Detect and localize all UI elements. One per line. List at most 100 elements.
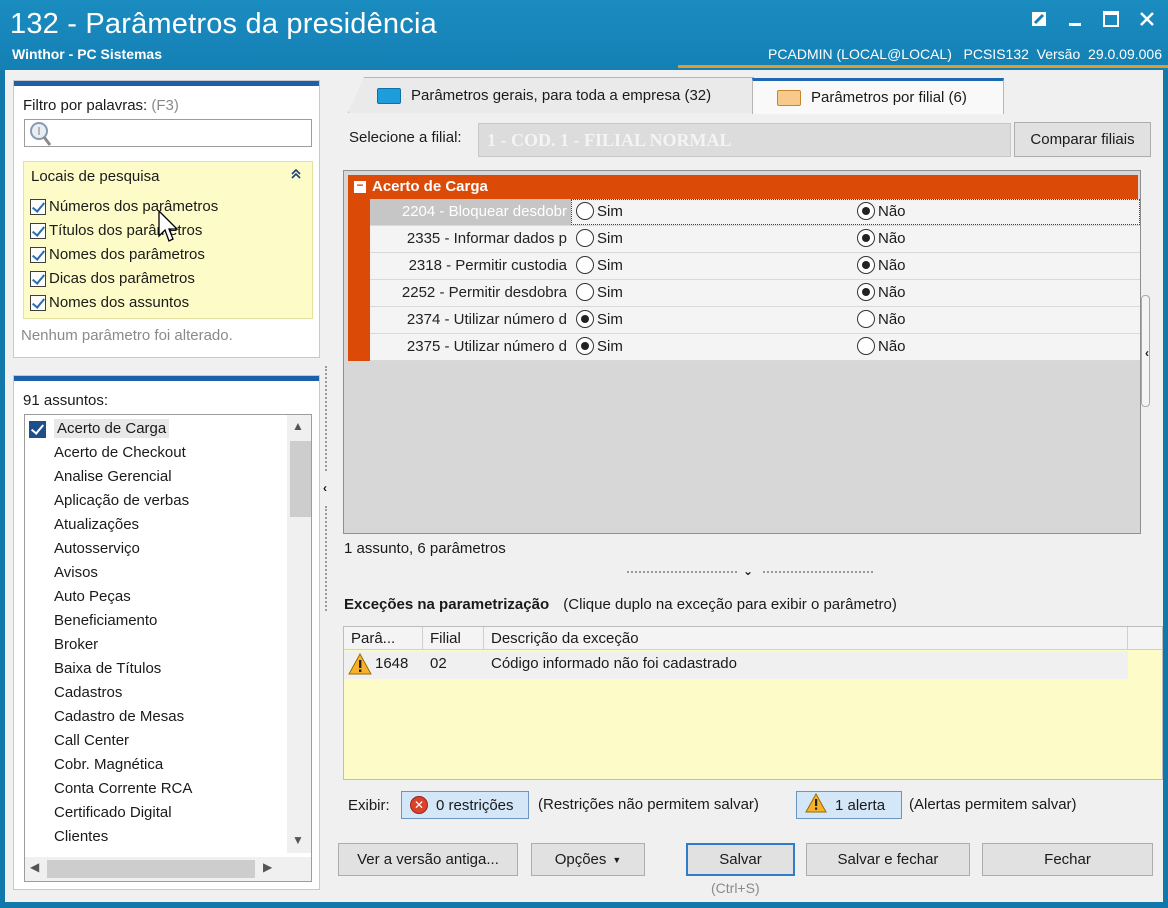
expand-side-icon[interactable]: ‹ [1145, 346, 1149, 360]
scroll-up-icon[interactable]: ▲ [292, 419, 304, 433]
list-item[interactable]: Certificado Digital [25, 801, 285, 825]
radio-icon[interactable] [576, 256, 594, 274]
options-button[interactable]: Opções ▼ [531, 843, 645, 876]
close-window-button[interactable] [1136, 8, 1158, 30]
subjects-horizontal-scrollbar[interactable]: ◀ ▶ [25, 857, 311, 881]
restore-edit-icon[interactable] [1028, 8, 1050, 30]
chevron-down-icon[interactable]: ⌄ [743, 564, 753, 578]
scroll-thumb[interactable] [47, 860, 255, 878]
checkbox[interactable] [30, 246, 46, 263]
radio-icon[interactable] [576, 229, 594, 247]
radio-selected-icon[interactable] [857, 229, 875, 247]
radio-sim[interactable]: Sim [576, 310, 623, 328]
save-button[interactable]: Salvar [686, 843, 795, 876]
list-item[interactable]: Baixa de Títulos [25, 657, 285, 681]
param-row[interactable]: 2374 - Utilizar número d Sim Não [370, 307, 1140, 334]
window-subtitle: Winthor - PC Sistemas [12, 46, 163, 62]
radio-sim[interactable]: Sim [576, 202, 623, 220]
radio-icon[interactable] [576, 202, 594, 220]
group-header[interactable]: − Acerto de Carga [348, 175, 1138, 199]
list-item[interactable]: Beneficiamento [25, 609, 285, 633]
list-item[interactable]: Acerto de Checkout [25, 441, 285, 465]
radio-sim[interactable]: Sim [576, 229, 623, 247]
old-version-button[interactable]: Ver a versão antiga... [338, 843, 518, 876]
subjects-vertical-scrollbar[interactable]: ▲ ▼ [287, 415, 311, 853]
column-header[interactable]: Descrição da exceção [484, 627, 1128, 650]
subjects-list[interactable]: Acerto de Carga Acerto de Checkout Anali… [24, 414, 312, 882]
checkbox[interactable] [30, 222, 46, 239]
filter-label: Filtro por palavras: [23, 97, 148, 114]
checkbox[interactable] [30, 198, 46, 215]
radio-sim[interactable]: Sim [576, 283, 623, 301]
tab-branch-params[interactable]: Parâmetros por filial (6) [752, 78, 1004, 114]
column-header[interactable]: Filial [423, 627, 484, 650]
radio-selected-icon[interactable] [857, 202, 875, 220]
list-item[interactable]: Clientes [25, 825, 285, 849]
radio-selected-icon[interactable] [857, 256, 875, 274]
scroll-thumb[interactable] [290, 441, 311, 517]
alerts-button[interactable]: 1 alerta [796, 791, 902, 819]
collapse-up-icon[interactable] [290, 168, 302, 183]
list-item[interactable]: Cadastro de Mesas [25, 705, 285, 729]
radio-selected-icon[interactable] [576, 310, 594, 328]
list-item[interactable]: Aplicação de verbas [25, 489, 285, 513]
horizontal-splitter[interactable]: ⌄ [625, 564, 877, 580]
radio-nao[interactable]: Não [857, 229, 906, 247]
scroll-left-icon[interactable]: ◀ [30, 860, 39, 874]
save-close-button[interactable]: Salvar e fechar [806, 843, 970, 876]
param-row[interactable]: 2252 - Permitir desdobra Sim Não [370, 280, 1140, 307]
list-item[interactable]: Autosserviço [25, 537, 285, 561]
minimize-button[interactable] [1064, 8, 1086, 30]
tab-general-params[interactable]: Parâmetros gerais, para toda a empresa (… [348, 77, 754, 113]
param-row[interactable]: 2318 - Permitir custodia Sim Não [370, 253, 1140, 280]
list-item[interactable]: Atualizações [25, 513, 285, 537]
radio-nao[interactable]: Não [857, 310, 906, 328]
collapse-group-icon[interactable]: − [354, 179, 366, 193]
checkbox-checked-icon[interactable] [29, 421, 46, 438]
param-row[interactable]: 2204 - Bloquear desdobr Sim Não [370, 199, 1140, 226]
list-item[interactable]: Auto Peças [25, 585, 285, 609]
checkbox[interactable] [30, 270, 46, 287]
radio-nao[interactable]: Não [857, 337, 906, 355]
radio-sim[interactable]: Sim [576, 337, 623, 355]
list-item[interactable]: Acerto de Carga [25, 417, 285, 441]
list-item[interactable]: Conta Corrente RCA [25, 777, 285, 801]
scroll-down-icon[interactable]: ▼ [292, 833, 304, 847]
radio-icon[interactable] [857, 337, 875, 355]
list-item[interactable]: Cadastros [25, 681, 285, 705]
search-input[interactable] [24, 119, 312, 147]
panel-splitter[interactable]: ‹ [323, 366, 333, 611]
option-dicas[interactable]: Dicas dos parâmetros [30, 270, 195, 287]
radio-icon[interactable] [857, 310, 875, 328]
radio-nao[interactable]: Não [857, 202, 906, 220]
restrictions-note: (Restrições não permitem salvar) [538, 796, 759, 813]
param-row[interactable]: 2375 - Utilizar número d Sim Não [370, 334, 1140, 361]
option-assuntos[interactable]: Nomes dos assuntos [30, 294, 189, 311]
radio-selected-icon[interactable] [576, 337, 594, 355]
warning-icon [348, 652, 372, 679]
maximize-button[interactable] [1100, 8, 1122, 30]
table-row[interactable]: 1648 02 Código informado não foi cadastr… [344, 651, 1128, 679]
radio-nao[interactable]: Não [857, 283, 906, 301]
radio-selected-icon[interactable] [857, 283, 875, 301]
compare-branches-button[interactable]: Comparar filiais [1014, 122, 1151, 157]
collapse-left-icon[interactable]: ‹ [323, 481, 327, 495]
column-header[interactable]: Parâ... [344, 627, 423, 650]
radio-sim[interactable]: Sim [576, 256, 623, 274]
scroll-right-icon[interactable]: ▶ [263, 860, 272, 874]
restrictions-button[interactable]: ✕ 0 restrições [401, 791, 529, 819]
option-numeros[interactable]: Números dos parâmetros [30, 198, 218, 215]
list-item[interactable]: Analise Gerencial [25, 465, 285, 489]
list-item[interactable]: Call Center [25, 729, 285, 753]
radio-nao[interactable]: Não [857, 256, 906, 274]
filial-select[interactable]: 1 - COD. 1 - FILIAL NORMAL [478, 123, 1011, 157]
param-row[interactable]: 2335 - Informar dados p Sim Não [370, 226, 1140, 253]
close-button[interactable]: Fechar [982, 843, 1153, 876]
radio-icon[interactable] [576, 283, 594, 301]
list-item[interactable]: Broker [25, 633, 285, 657]
list-item[interactable]: Cobr. Magnética [25, 753, 285, 777]
subjects-count: 91 assuntos: [23, 392, 109, 409]
option-nomes[interactable]: Nomes dos parâmetros [30, 246, 205, 263]
list-item[interactable]: Avisos [25, 561, 285, 585]
checkbox[interactable] [30, 294, 46, 311]
